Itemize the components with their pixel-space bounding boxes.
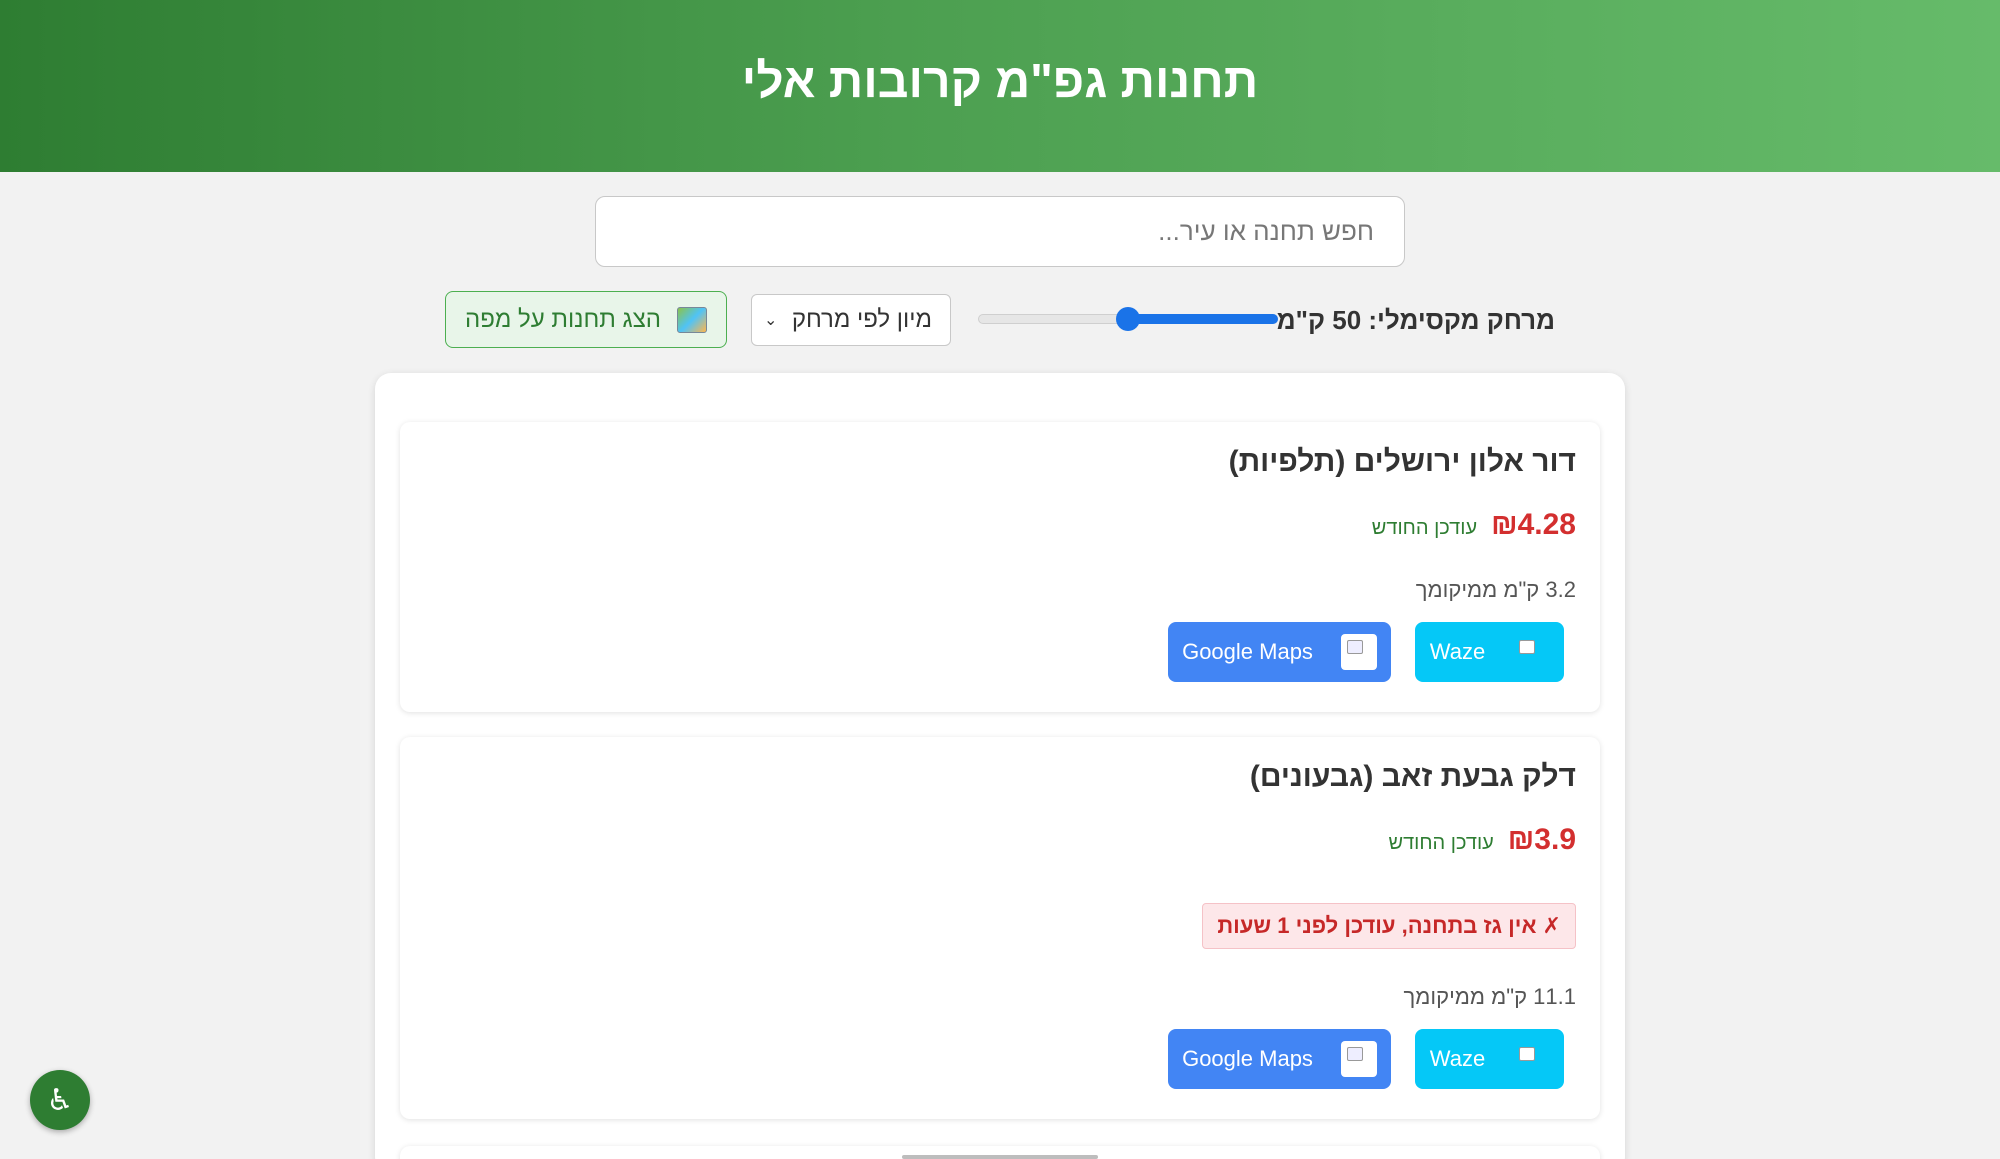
station-price: ₪4.28 bbox=[1491, 508, 1576, 541]
accessibility-icon: ♿ bbox=[46, 1083, 74, 1117]
waze-icon bbox=[1513, 634, 1549, 670]
page-header: תחנות גפ"מ קרובות אלי bbox=[0, 0, 2000, 172]
no-gas-alert: ✗ אין גז בתחנה, עודכן לפני 1 שעות bbox=[1202, 903, 1576, 949]
chevron-down-icon: ⌄ bbox=[764, 312, 778, 329]
station-name: דלק גבעת זאב (גבעונים) bbox=[1249, 760, 1576, 793]
waze-label: Waze bbox=[1429, 1046, 1486, 1071]
accessibility-button[interactable]: ♿ bbox=[30, 1070, 90, 1130]
sort-select[interactable]: ⌄ מיון לפי מרחק bbox=[751, 294, 951, 346]
price-row: ₪3.9 עודכן החודש bbox=[1388, 823, 1576, 857]
station-card: דלק גבעת זאב (גבעונים) ₪3.9 עודכן החודש … bbox=[400, 737, 1600, 1119]
google-maps-icon bbox=[1340, 634, 1377, 670]
station-distance: 3.2 ק"מ ממיקומך bbox=[1415, 577, 1576, 602]
price-updated-label: עודכן החודש bbox=[1371, 517, 1478, 539]
page-title: תחנות גפ"מ קרובות אלי bbox=[741, 54, 1259, 108]
slider-thumb[interactable] bbox=[1116, 307, 1140, 331]
max-distance-label: מרחק מקסימלי: 50 ק"מ bbox=[1276, 305, 1555, 335]
price-row: ₪4.28 עודכן החודש bbox=[1372, 508, 1576, 542]
station-price: ₪3.9 bbox=[1507, 823, 1576, 856]
max-distance-slider[interactable] bbox=[978, 307, 1278, 331]
waze-button[interactable]: Waze bbox=[1415, 1029, 1564, 1089]
google-maps-button[interactable]: Google Maps bbox=[1168, 1029, 1391, 1089]
google-maps-label: Google Maps bbox=[1182, 639, 1313, 664]
waze-icon bbox=[1513, 1041, 1549, 1077]
station-name: דור אלון ירושלים (תלפיות) bbox=[1228, 445, 1576, 478]
station-card: דור אלון ירושלים (תלפיות) ₪4.28 עודכן הח… bbox=[400, 422, 1600, 712]
show-map-button[interactable]: הצג תחנות על מפה bbox=[445, 291, 727, 348]
google-maps-label: Google Maps bbox=[1182, 1046, 1313, 1071]
station-distance: 11.1 ק"מ ממיקומך bbox=[1403, 984, 1576, 1009]
waze-label: Waze bbox=[1429, 639, 1486, 664]
google-maps-icon bbox=[1340, 1041, 1377, 1077]
show-map-label: הצג תחנות על מפה bbox=[465, 305, 661, 333]
waze-button[interactable]: Waze bbox=[1415, 622, 1564, 682]
google-maps-button[interactable]: Google Maps bbox=[1168, 622, 1391, 682]
sort-select-value: מיון לפי מרחק bbox=[791, 306, 932, 333]
search-input[interactable] bbox=[595, 196, 1405, 267]
price-updated-label: עודכן החודש bbox=[1388, 832, 1494, 854]
scroll-indicator[interactable] bbox=[902, 1155, 1098, 1159]
map-icon bbox=[677, 306, 707, 333]
slider-fill bbox=[1128, 314, 1278, 324]
